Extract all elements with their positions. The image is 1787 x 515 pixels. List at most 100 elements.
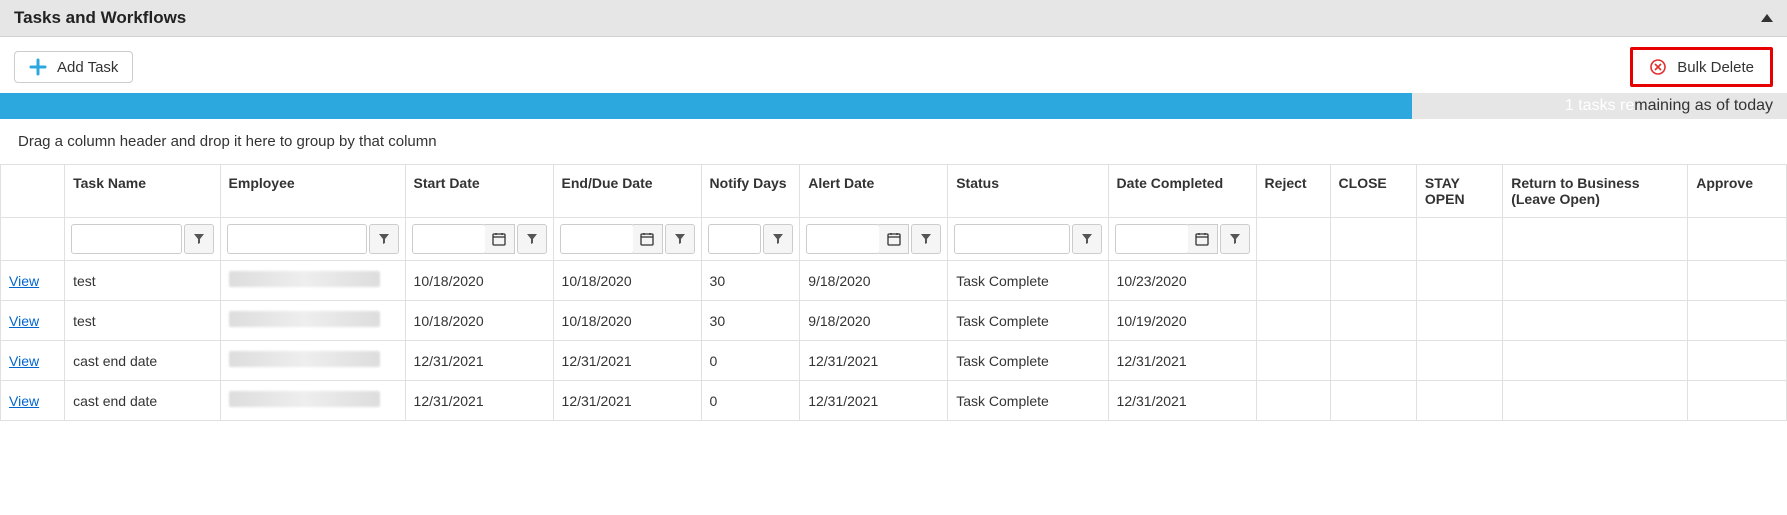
col-alert-date[interactable]: Alert Date (800, 165, 948, 218)
filter-notify-days-input[interactable] (708, 224, 762, 254)
cell-return-business (1503, 261, 1688, 301)
cell-return-business (1503, 341, 1688, 381)
filter-icon (772, 233, 784, 245)
cell-date-completed: 12/31/2021 (1108, 341, 1256, 381)
tasks-grid: Task Name Employee Start Date End/Due Da… (0, 164, 1787, 421)
col-date-completed[interactable]: Date Completed (1108, 165, 1256, 218)
cell-notify-days: 0 (701, 341, 800, 381)
group-by-dropzone[interactable]: Drag a column header and drop it here to… (0, 119, 1787, 164)
col-start-date[interactable]: Start Date (405, 165, 553, 218)
col-status[interactable]: Status (948, 165, 1108, 218)
filter-status-input[interactable] (954, 224, 1069, 254)
add-task-label: Add Task (57, 59, 118, 76)
calendar-icon (1195, 232, 1209, 246)
table-row: Viewcast end date12/31/202112/31/2021012… (1, 381, 1787, 421)
cell-notify-days: 30 (701, 301, 800, 341)
cell-approve (1688, 341, 1787, 381)
col-task-name[interactable]: Task Name (65, 165, 220, 218)
cell-reject (1256, 381, 1330, 421)
status-text-suffix: maining as of today (1634, 97, 1773, 114)
filter-start-date-input[interactable] (412, 224, 486, 254)
cell-date-completed: 10/23/2020 (1108, 261, 1256, 301)
cell-status: Task Complete (948, 381, 1108, 421)
cell-alert-date: 9/18/2020 (800, 301, 948, 341)
status-progress-fill (0, 93, 1412, 119)
cell-date-completed: 10/19/2020 (1108, 301, 1256, 341)
filter-start-date-picker[interactable] (485, 224, 515, 254)
filter-end-date-button[interactable] (665, 224, 695, 254)
filter-task-name-button[interactable] (184, 224, 214, 254)
cell-close (1330, 301, 1416, 341)
calendar-icon (887, 232, 901, 246)
cell-start-date: 12/31/2021 (405, 341, 553, 381)
cell-task-name: cast end date (65, 381, 220, 421)
cell-end-date: 10/18/2020 (553, 261, 701, 301)
filter-start-date-button[interactable] (517, 224, 547, 254)
bulk-delete-label: Bulk Delete (1677, 59, 1754, 76)
filter-employee-input[interactable] (227, 224, 367, 254)
filter-notify-days-button[interactable] (763, 224, 793, 254)
view-link[interactable]: View (9, 313, 39, 329)
filter-status-button[interactable] (1072, 224, 1102, 254)
cell-employee (220, 381, 405, 421)
filter-task-name-input[interactable] (71, 224, 181, 254)
filter-alert-date-picker[interactable] (879, 224, 909, 254)
col-notify-days[interactable]: Notify Days (701, 165, 800, 218)
cell-notify-days: 30 (701, 261, 800, 301)
cell-approve (1688, 381, 1787, 421)
table-row: Viewcast end date12/31/202112/31/2021012… (1, 341, 1787, 381)
cell-employee (220, 341, 405, 381)
panel-title: Tasks and Workflows (14, 8, 186, 28)
cell-close (1330, 381, 1416, 421)
cell-end-date: 12/31/2021 (553, 381, 701, 421)
collapse-up-icon[interactable] (1761, 14, 1773, 22)
cell-task-name: cast end date (65, 341, 220, 381)
cell-reject (1256, 261, 1330, 301)
cell-approve (1688, 301, 1787, 341)
filter-date-completed-picker[interactable] (1188, 224, 1218, 254)
status-text-prefix: 1 tasks re (1565, 97, 1634, 114)
filter-alert-date-button[interactable] (911, 224, 941, 254)
view-link[interactable]: View (9, 353, 39, 369)
cell-alert-date: 12/31/2021 (800, 381, 948, 421)
filter-end-date-picker[interactable] (633, 224, 663, 254)
header-row: Task Name Employee Start Date End/Due Da… (1, 165, 1787, 218)
col-return-business[interactable]: Return to Business (Leave Open) (1503, 165, 1688, 218)
add-task-button[interactable]: Add Task (14, 51, 133, 83)
toolbar: Add Task Bulk Delete (0, 37, 1787, 93)
cell-status: Task Complete (948, 261, 1108, 301)
cell-start-date: 10/18/2020 (405, 261, 553, 301)
status-bar: 1 tasks remaining as of today (0, 93, 1787, 119)
col-stay-open[interactable]: STAY OPEN (1416, 165, 1502, 218)
col-employee[interactable]: Employee (220, 165, 405, 218)
view-link[interactable]: View (9, 393, 39, 409)
cell-return-business (1503, 301, 1688, 341)
filter-employee-button[interactable] (369, 224, 399, 254)
col-view[interactable] (1, 165, 65, 218)
cell-end-date: 10/18/2020 (553, 301, 701, 341)
calendar-icon (492, 232, 506, 246)
cell-end-date: 12/31/2021 (553, 341, 701, 381)
bulk-delete-highlight: Bulk Delete (1630, 47, 1773, 87)
cell-return-business (1503, 381, 1688, 421)
filter-date-completed-input[interactable] (1115, 224, 1189, 254)
col-approve[interactable]: Approve (1688, 165, 1787, 218)
bulk-delete-button[interactable]: Bulk Delete (1635, 52, 1768, 82)
filter-row (1, 218, 1787, 261)
col-reject[interactable]: Reject (1256, 165, 1330, 218)
col-close[interactable]: CLOSE (1330, 165, 1416, 218)
panel-header: Tasks and Workflows (0, 0, 1787, 37)
filter-end-date-input[interactable] (560, 224, 634, 254)
filter-icon (920, 233, 932, 245)
table-row: Viewtest10/18/202010/18/2020309/18/2020T… (1, 301, 1787, 341)
filter-alert-date-input[interactable] (806, 224, 880, 254)
delete-circle-icon (1649, 58, 1667, 76)
cell-status: Task Complete (948, 301, 1108, 341)
cell-stay-open (1416, 381, 1502, 421)
col-end-date[interactable]: End/Due Date (553, 165, 701, 218)
cell-start-date: 10/18/2020 (405, 301, 553, 341)
view-link[interactable]: View (9, 273, 39, 289)
filter-icon (1229, 233, 1241, 245)
filter-date-completed-button[interactable] (1220, 224, 1250, 254)
filter-icon (674, 233, 686, 245)
